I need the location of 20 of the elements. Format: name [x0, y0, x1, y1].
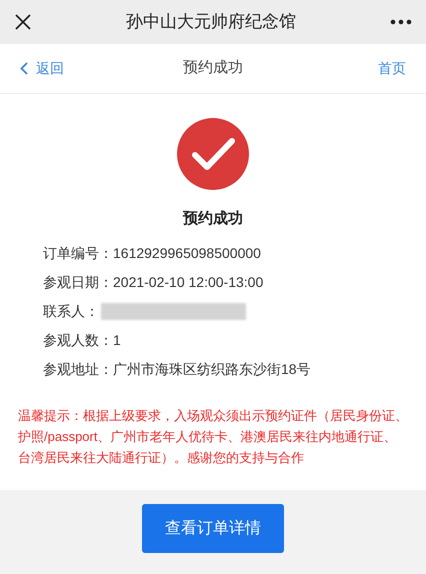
success-check-icon	[176, 117, 250, 191]
back-link[interactable]: 返回	[20, 58, 80, 79]
field-label: 联系人：	[43, 302, 99, 320]
home-link[interactable]: 首页	[378, 58, 406, 79]
order-details-button[interactable]: 查看订单详情	[142, 504, 284, 553]
field-value: 广州市海珠区纺织路东沙街18号	[113, 360, 311, 378]
more-icon[interactable]	[390, 19, 412, 25]
field-value: 1	[113, 330, 121, 350]
field-label: 参观人数：	[43, 330, 113, 350]
chevron-left-icon	[20, 62, 28, 75]
close-icon[interactable]	[14, 13, 32, 31]
field-label: 参观日期：	[43, 272, 113, 292]
field-label: 订单编号：	[43, 244, 113, 262]
notice-text: 温馨提示：根据上级要求，入场观众须出示预约证件（居民身份证、护照/passport、广州市老年人优待卡、港澳居民来往内地通行证、台湾居民来往大陆通行证）。感谢您的支持与合作	[17, 406, 409, 466]
result-title: 预约成功	[183, 209, 243, 229]
field-value: 2021-02-10 12:00-13:00	[113, 272, 264, 292]
page-title: 预约成功	[183, 58, 243, 78]
field-label: 参观地址：	[43, 360, 113, 378]
field-value: 1612929965098500000	[113, 244, 261, 262]
window-title: 孙中山大元帅府纪念馆	[126, 11, 296, 34]
